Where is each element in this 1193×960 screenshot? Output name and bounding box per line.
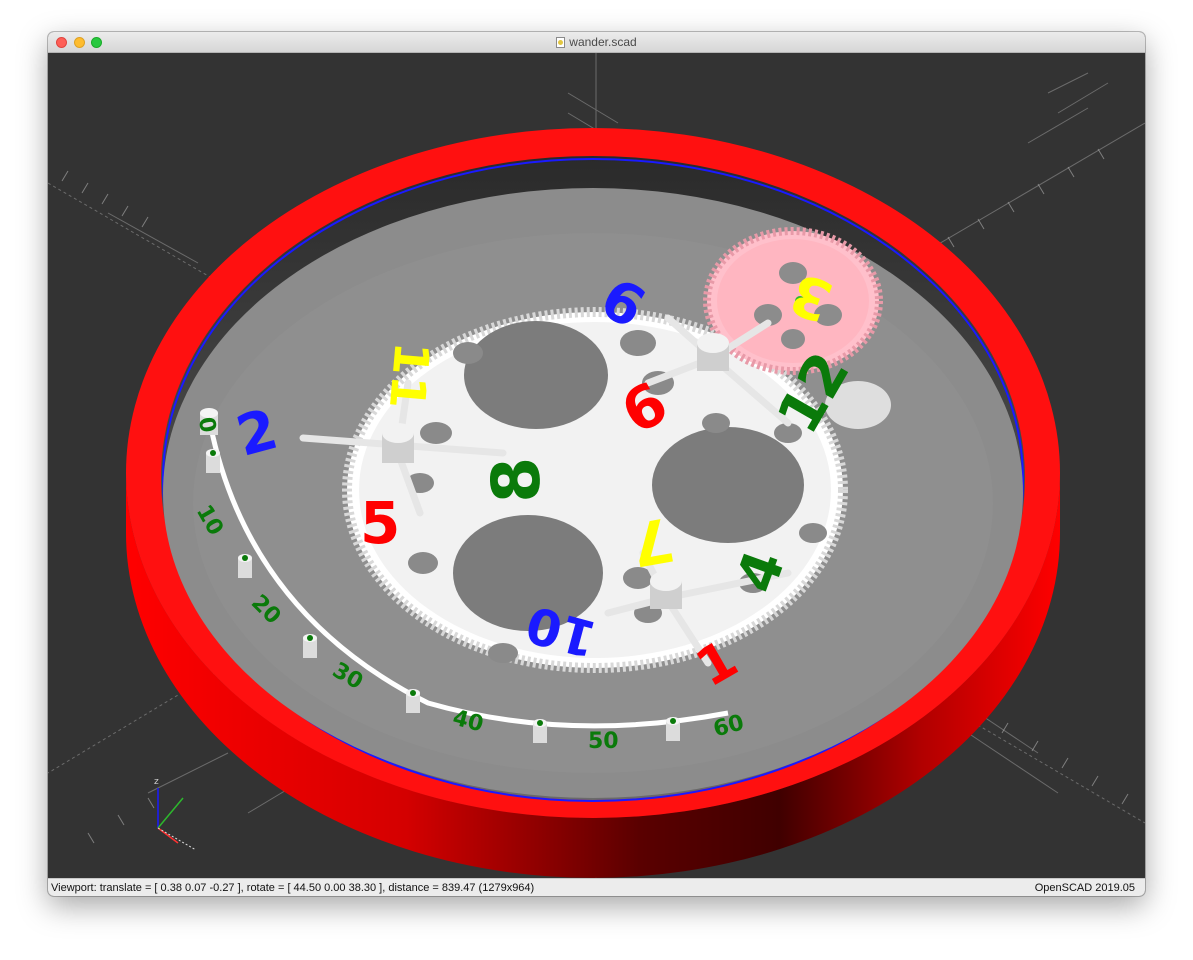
app-version-text: OpenSCAD 2019.05	[1034, 882, 1135, 894]
minute-label-50: 50	[588, 729, 619, 754]
numeral-11: 11	[378, 340, 440, 411]
viewport-status-text: Viewport: translate = [ 0.38 0.07 -0.27 …	[51, 882, 535, 894]
numeral-8: 8	[477, 456, 556, 505]
status-bar: Viewport: translate = [ 0.38 0.07 -0.27 …	[48, 878, 1145, 896]
numeral-5: 5	[360, 489, 400, 557]
title-bar: wander.scad	[48, 32, 1145, 53]
document-icon	[556, 36, 566, 48]
scene-render: 0 10 20 30 40 50 60 2 11 8 5 9 6 12 3 7 …	[48, 53, 1145, 878]
axis-gizmo: z	[154, 777, 197, 851]
3d-viewport[interactable]: 0 10 20 30 40 50 60 2 11 8 5 9 6 12 3 7 …	[48, 53, 1145, 878]
window-title: wander.scad	[569, 35, 637, 49]
app-window: wander.scad 0 10 20 30 40 50 60 2 11 8 5…	[48, 32, 1145, 896]
axis-label-z: z	[154, 777, 159, 787]
